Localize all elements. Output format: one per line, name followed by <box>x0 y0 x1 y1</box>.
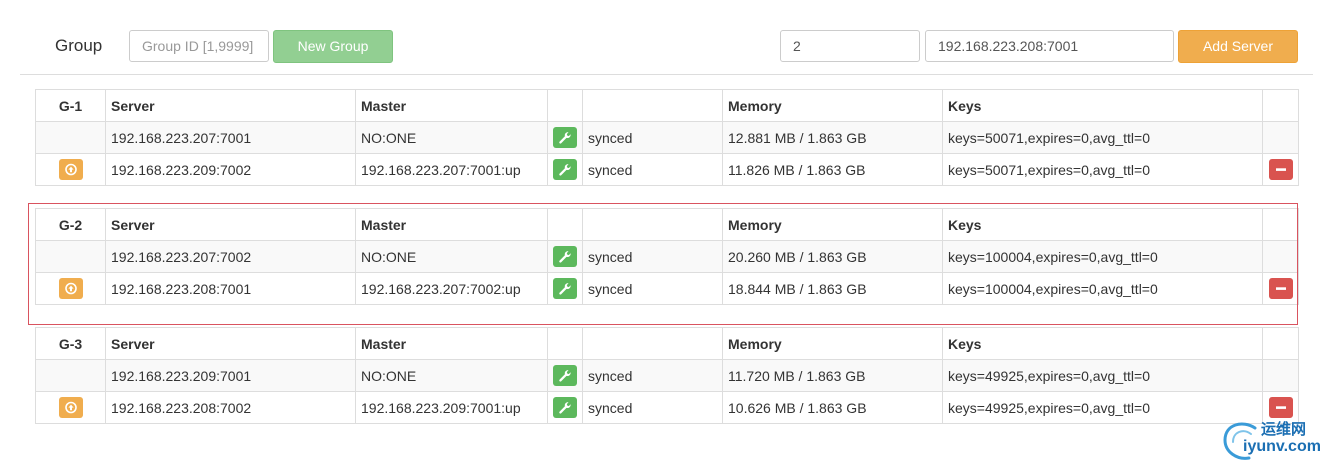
master-addr: NO:ONE <box>355 121 548 154</box>
keys-info: keys=49925,expires=0,avg_ttl=0 <box>942 391 1263 424</box>
sync-cell <box>547 359 583 392</box>
col-server: Server <box>105 327 356 360</box>
divider <box>20 74 1313 75</box>
selection-highlight <box>28 203 1298 325</box>
group-table-g1: G-1 Server Master Memory Keys 192.168.22… <box>35 89 1299 186</box>
row-promote-cell <box>35 391 106 424</box>
remove-icon[interactable] <box>1268 159 1293 180</box>
col-status <box>582 89 723 122</box>
wrench-icon[interactable] <box>553 127 577 148</box>
wrench-icon[interactable] <box>553 365 577 386</box>
keys-info: keys=50071,expires=0,avg_ttl=0 <box>942 121 1263 154</box>
group-id-input[interactable] <box>129 30 269 62</box>
group-table-g3: G-3 Server Master Memory Keys 192.168.22… <box>35 327 1299 424</box>
col-memory: Memory <box>722 89 943 122</box>
sync-status: synced <box>582 359 723 392</box>
server-addr: 192.168.223.207:7001 <box>105 121 356 154</box>
keys-info: keys=49925,expires=0,avg_ttl=0 <box>942 359 1263 392</box>
row-remove-cell <box>1262 121 1299 154</box>
server-addr: 192.168.223.208:7002 <box>105 391 356 424</box>
master-addr: NO:ONE <box>355 359 548 392</box>
sync-status: synced <box>582 391 723 424</box>
watermark-en: iyunv.com <box>1243 438 1321 455</box>
server-address-input[interactable] <box>925 30 1174 62</box>
col-remove <box>1262 327 1299 360</box>
sync-status: synced <box>582 153 723 186</box>
watermark: 运维网 iyunv.com <box>1221 418 1321 462</box>
new-group-button[interactable]: New Group <box>273 30 393 63</box>
sync-cell <box>547 121 583 154</box>
table-header: G-3 Server Master Memory Keys <box>35 327 1299 360</box>
col-action <box>547 327 583 360</box>
col-action <box>547 89 583 122</box>
table-row: 192.168.223.209:7001 NO:ONE synced 11.72… <box>35 359 1299 392</box>
col-memory: Memory <box>722 327 943 360</box>
group-name: G-1 <box>35 89 106 122</box>
table-row: 192.168.223.209:7002 192.168.223.207:700… <box>35 153 1299 186</box>
col-status <box>582 327 723 360</box>
promote-icon[interactable] <box>58 159 83 180</box>
wrench-icon[interactable] <box>553 159 577 180</box>
sync-status: synced <box>582 121 723 154</box>
table-header: G-1 Server Master Memory Keys <box>35 89 1299 122</box>
table-row: 192.168.223.208:7002 192.168.223.209:700… <box>35 391 1299 424</box>
keys-info: keys=50071,expires=0,avg_ttl=0 <box>942 153 1263 186</box>
wrench-icon[interactable] <box>553 397 577 418</box>
server-group-input[interactable] <box>780 30 920 62</box>
group-name: G-3 <box>35 327 106 360</box>
memory-usage: 10.626 MB / 1.863 GB <box>722 391 943 424</box>
master-addr: 192.168.223.209:7001:up <box>355 391 548 424</box>
remove-icon[interactable] <box>1268 397 1293 418</box>
promote-icon[interactable] <box>58 397 83 418</box>
sync-cell <box>547 153 583 186</box>
row-promote-cell <box>35 121 106 154</box>
row-remove-cell <box>1262 153 1299 186</box>
server-addr: 192.168.223.209:7002 <box>105 153 356 186</box>
add-server-button[interactable]: Add Server <box>1178 30 1298 63</box>
watermark-cn: 运维网 <box>1261 421 1307 438</box>
col-remove <box>1262 89 1299 122</box>
row-promote-cell <box>35 153 106 186</box>
table-row: 192.168.223.207:7001 NO:ONE synced 12.88… <box>35 121 1299 154</box>
memory-usage: 11.826 MB / 1.863 GB <box>722 153 943 186</box>
server-addr: 192.168.223.209:7001 <box>105 359 356 392</box>
col-server: Server <box>105 89 356 122</box>
group-label: Group <box>55 36 103 55</box>
sync-cell <box>547 391 583 424</box>
col-keys: Keys <box>942 89 1263 122</box>
memory-usage: 12.881 MB / 1.863 GB <box>722 121 943 154</box>
master-addr: 192.168.223.207:7001:up <box>355 153 548 186</box>
col-master: Master <box>355 89 548 122</box>
row-remove-cell <box>1262 359 1299 392</box>
col-keys: Keys <box>942 327 1263 360</box>
row-promote-cell <box>35 359 106 392</box>
toolbar: Group New Group Add Server <box>0 0 1325 75</box>
col-master: Master <box>355 327 548 360</box>
memory-usage: 11.720 MB / 1.863 GB <box>722 359 943 392</box>
